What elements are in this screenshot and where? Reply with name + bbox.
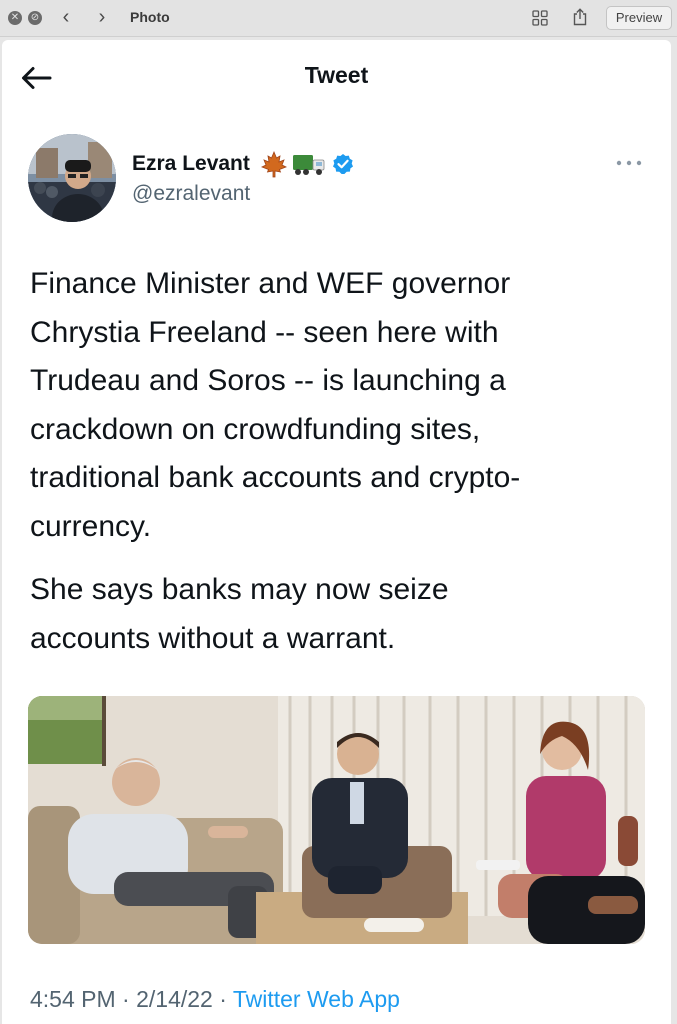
more-options-icon[interactable]: [614, 158, 644, 168]
tweet-text-continued: She says banks may now seize accounts wi…: [30, 573, 449, 655]
window-titlebar: ✕ ⊘ ‹ › Photo Preview: [0, 0, 677, 37]
window-title: Photo: [130, 9, 170, 25]
tweet-text: Finance Minister and WEF governor Chryst…: [30, 267, 521, 543]
maple-leaf-icon: [260, 150, 287, 178]
tweet-metadata: 4:54 PM · 2/14/22 · Twitter Web App: [30, 986, 400, 1013]
forward-chevron-icon[interactable]: ›: [92, 6, 112, 28]
tweet-card: Tweet Ezra Levant @ezralevant Finance Mi…: [2, 40, 671, 1024]
minimize-window-icon[interactable]: ⊘: [28, 11, 42, 25]
close-window-icon[interactable]: ✕: [8, 11, 22, 25]
tweet-timestamp[interactable]: 4:54 PM · 2/14/22 ·: [30, 986, 233, 1012]
avatar[interactable]: [28, 134, 116, 222]
author-display-name[interactable]: Ezra Levant: [132, 150, 354, 178]
tweet-photo-image: [28, 696, 645, 944]
author-handle[interactable]: @ezralevant: [132, 182, 250, 206]
truck-icon: [292, 155, 325, 175]
page-title: Tweet: [304, 62, 369, 88]
avatar-photo: [28, 134, 116, 222]
tweet-source-link[interactable]: Twitter Web App: [233, 986, 400, 1012]
tweet-photo[interactable]: [28, 696, 645, 944]
preview-button[interactable]: Preview: [606, 6, 672, 30]
share-icon[interactable]: [572, 8, 588, 26]
grid-view-icon[interactable]: [532, 10, 548, 26]
back-chevron-icon[interactable]: ‹: [56, 6, 76, 28]
author-name-text: Ezra Levant: [132, 152, 250, 175]
verified-badge-icon: [332, 154, 353, 174]
